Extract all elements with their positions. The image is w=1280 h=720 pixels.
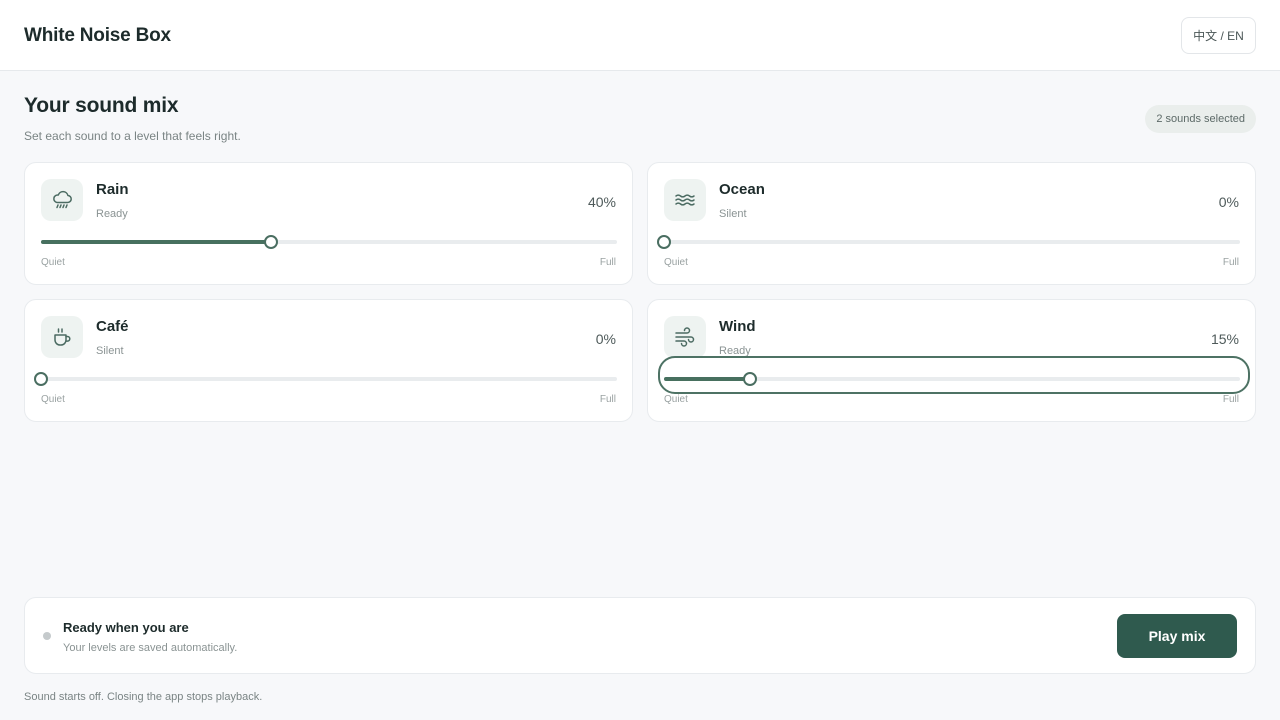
slider-thumb[interactable] [657, 235, 671, 249]
sound-name: Ocean [719, 181, 765, 198]
sound-level-readout: 15% [1210, 331, 1239, 347]
page-subtitle: Set each sound to a level that feels rig… [24, 129, 241, 143]
sound-status: Ready [96, 208, 128, 220]
slider-thumb[interactable] [743, 372, 758, 386]
app-title: White Noise Box [24, 25, 171, 46]
sound-card-ocean: Ocean Silent 0% Quiet Full [647, 162, 1256, 285]
slider-max-label: Full [599, 394, 616, 405]
waves-icon [664, 179, 706, 221]
player-status-title: Ready when you are [63, 620, 189, 635]
coffee-cup-icon [41, 316, 83, 358]
wind-volume-slider[interactable] [658, 356, 1250, 394]
slider-min-label: Quiet [41, 257, 65, 268]
player-status-subtitle: Your levels are saved automatically. [63, 642, 238, 654]
rain-cloud-icon [41, 179, 83, 221]
page-title: Your sound mix [24, 94, 179, 117]
player-bar: Ready when you are Your levels are saved… [24, 597, 1256, 674]
sound-level-readout: 0% [1218, 194, 1239, 210]
slider-max-label: Full [1222, 394, 1239, 405]
sound-card-wind: Wind Ready 15% Quiet Full [647, 299, 1256, 422]
play-mix-button[interactable]: Play mix [1117, 614, 1237, 658]
sound-name: Rain [96, 181, 129, 198]
sound-status: Silent [719, 208, 747, 220]
footnote: Sound starts off. Closing the app stops … [24, 691, 263, 703]
cafe-volume-slider[interactable] [34, 372, 617, 386]
sound-status: Silent [96, 345, 124, 357]
slider-track [41, 377, 617, 381]
slider-fill [664, 377, 751, 381]
slider-thumb[interactable] [34, 372, 48, 386]
sound-level-readout: 0% [595, 331, 616, 347]
wind-icon [664, 316, 706, 358]
ocean-volume-slider[interactable] [657, 235, 1240, 249]
slider-max-label: Full [599, 257, 616, 268]
sound-card-cafe: Café Silent 0% Quiet Full [24, 299, 633, 422]
top-bar: White Noise Box 中文 / EN [0, 0, 1280, 71]
slider-fill [41, 240, 272, 244]
slider-thumb[interactable] [264, 235, 279, 249]
sound-name: Café [96, 318, 129, 335]
slider-min-label: Quiet [664, 394, 688, 405]
status-indicator-dot [43, 632, 51, 640]
sound-level-readout: 40% [587, 194, 616, 210]
slider-min-label: Quiet [41, 394, 65, 405]
selected-count-badge: 2 sounds selected [1145, 105, 1256, 133]
slider-max-label: Full [1222, 257, 1239, 268]
sound-name: Wind [719, 318, 756, 335]
sound-card-rain: Rain Ready 40% Quiet Full [24, 162, 633, 285]
slider-min-label: Quiet [664, 257, 688, 268]
slider-track [664, 240, 1240, 244]
sound-status: Ready [719, 345, 751, 357]
language-toggle-button[interactable]: 中文 / EN [1181, 17, 1256, 54]
rain-volume-slider[interactable] [41, 235, 617, 249]
